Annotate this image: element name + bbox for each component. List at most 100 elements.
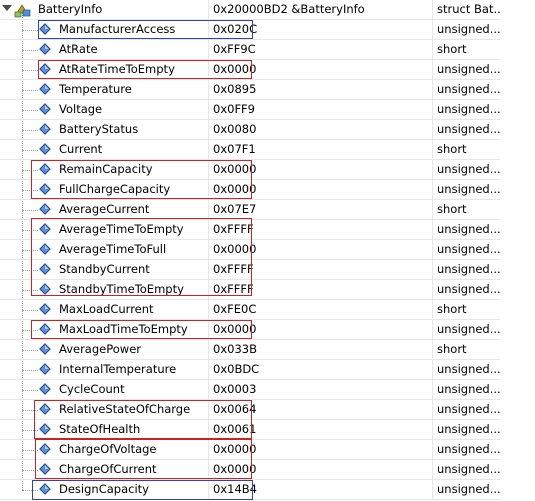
value-cell[interactable]: 0x0064	[209, 400, 433, 420]
value-cell[interactable]: 0x0FF9	[209, 100, 433, 120]
value-cell[interactable]: 0x07F1	[209, 140, 433, 160]
table-row[interactable]: MaxLoadTimeToEmpty 0x0000 unsigned...	[0, 320, 500, 340]
table-row[interactable]: StandbyTimeToEmpty 0xFFFF unsigned...	[0, 280, 500, 300]
value-cell[interactable]: 0xFE0C	[209, 300, 433, 320]
value-cell[interactable]: 0x20000BD2 &BatteryInfo	[209, 0, 433, 20]
member-name: AverageTimeToFull	[59, 242, 167, 256]
tree-branch-line	[22, 210, 38, 211]
value-cell[interactable]: 0xFFFF	[209, 260, 433, 280]
type-cell: unsigned...	[433, 400, 500, 420]
table-row[interactable]: StateOfHealth 0x0061 unsigned...	[0, 420, 500, 440]
table-row[interactable]: AverageCurrent 0x07E7 short	[0, 200, 500, 220]
type-cell: short	[433, 140, 500, 160]
table-row[interactable]: ChargeOfCurrent 0x0000 unsigned...	[0, 460, 500, 480]
value-cell[interactable]: 0x07E7	[209, 200, 433, 220]
value-cell[interactable]: 0x0003	[209, 380, 433, 400]
tree-branch-line	[22, 330, 38, 331]
member-variable-icon	[39, 43, 51, 55]
value-cell[interactable]: 0xFFFF	[209, 220, 433, 240]
type-cell: unsigned...	[433, 20, 500, 40]
table-row[interactable]: Current 0x07F1 short	[0, 140, 500, 160]
table-row[interactable]: AtRate 0xFF9C short	[0, 40, 500, 60]
value-cell[interactable]: 0xFFFF	[209, 280, 433, 300]
tree-branch-line	[22, 30, 38, 31]
member-name: CycleCount	[59, 382, 125, 396]
value-cell[interactable]: 0x0000	[209, 320, 433, 340]
value-cell[interactable]: 0x0080	[209, 120, 433, 140]
value-cell[interactable]: 0x0000	[209, 60, 433, 80]
name-cell: AverageCurrent	[0, 200, 209, 220]
tree-root-row[interactable]: BatteryInfo 0x20000BD2 &BatteryInfo stru…	[0, 0, 500, 20]
table-row[interactable]: AtRateTimeToEmpty 0x0000 unsigned...	[0, 60, 500, 80]
member-variable-icon	[39, 323, 51, 335]
table-row[interactable]: Temperature 0x0895 unsigned...	[0, 80, 500, 100]
struct-variable-icon	[14, 4, 31, 18]
name-cell: StandbyTimeToEmpty	[0, 280, 209, 300]
member-name: StandbyCurrent	[59, 262, 150, 276]
table-row[interactable]: AverageTimeToEmpty 0xFFFF unsigned...	[0, 220, 500, 240]
value-cell[interactable]: 0x0000	[209, 440, 433, 460]
member-name: Current	[59, 142, 103, 156]
type-cell: unsigned...	[433, 120, 500, 140]
root-name: BatteryInfo	[38, 2, 103, 16]
value-cell[interactable]: 0xFF9C	[209, 40, 433, 60]
table-row[interactable]: DesignCapacity 0x14B4 unsigned...	[0, 480, 500, 500]
tree-branch-line	[22, 450, 38, 451]
member-name: Voltage	[59, 102, 103, 116]
type-cell: unsigned...	[433, 160, 500, 180]
type-cell: unsigned...	[433, 80, 500, 100]
table-row[interactable]: CycleCount 0x0003 unsigned...	[0, 380, 500, 400]
member-name: FullChargeCapacity	[59, 182, 171, 196]
member-name: ManufacturerAccess	[59, 22, 176, 36]
value-cell[interactable]: 0x0000	[209, 180, 433, 200]
name-cell: ManufacturerAccess	[0, 20, 209, 40]
value-cell[interactable]: 0x0000	[209, 240, 433, 260]
member-variable-icon	[39, 243, 51, 255]
tree-branch-line	[22, 70, 38, 71]
value-cell[interactable]: 0x0061	[209, 420, 433, 440]
expanded-triangle-icon[interactable]	[2, 5, 12, 11]
table-row[interactable]: ManufacturerAccess 0x020C unsigned...	[0, 20, 500, 40]
value-cell[interactable]: 0x033B	[209, 340, 433, 360]
type-cell: unsigned...	[433, 440, 500, 460]
value-cell[interactable]: 0x020C	[209, 20, 433, 40]
name-cell: RemainCapacity	[0, 160, 209, 180]
member-variable-icon	[39, 463, 51, 475]
name-cell: AveragePower	[0, 340, 209, 360]
member-variable-icon	[39, 123, 51, 135]
value-cell[interactable]: 0x0895	[209, 80, 433, 100]
name-cell: Voltage	[0, 100, 209, 120]
member-variable-icon	[39, 363, 51, 375]
value-cell[interactable]: 0x0BDC	[209, 360, 433, 380]
name-cell: DesignCapacity	[0, 480, 209, 500]
table-row[interactable]: RelativeStateOfCharge 0x0064 unsigned...	[0, 400, 500, 420]
table-row[interactable]: StandbyCurrent 0xFFFF unsigned...	[0, 260, 500, 280]
table-row[interactable]: FullChargeCapacity 0x0000 unsigned...	[0, 180, 500, 200]
table-row[interactable]: InternalTemperature 0x0BDC unsigned...	[0, 360, 500, 380]
value-cell[interactable]: 0x0000	[209, 460, 433, 480]
table-row[interactable]: ChargeOfVoltage 0x0000 unsigned...	[0, 440, 500, 460]
table-row[interactable]: AveragePower 0x033B short	[0, 340, 500, 360]
type-cell: short	[433, 340, 500, 360]
table-row[interactable]: Voltage 0x0FF9 unsigned...	[0, 100, 500, 120]
tree-branch-line	[22, 230, 38, 231]
table-row[interactable]: RemainCapacity 0x0000 unsigned...	[0, 160, 500, 180]
value-cell[interactable]: 0x14B4	[209, 480, 433, 500]
type-cell: unsigned...	[433, 420, 500, 440]
member-name: RemainCapacity	[59, 162, 153, 176]
name-cell: Temperature	[0, 80, 209, 100]
member-name: Temperature	[59, 82, 132, 96]
table-row[interactable]: MaxLoadCurrent 0xFE0C short	[0, 300, 500, 320]
tree-branch-line	[22, 370, 38, 371]
tree-branch-line	[22, 310, 38, 311]
member-variable-icon	[39, 383, 51, 395]
tree-branch-line	[22, 250, 38, 251]
type-cell: unsigned...	[433, 60, 500, 80]
table-row[interactable]: BatteryStatus 0x0080 unsigned...	[0, 120, 500, 140]
member-variable-icon	[39, 103, 51, 115]
member-variable-icon	[39, 403, 51, 415]
table-row[interactable]: AverageTimeToFull 0x0000 unsigned...	[0, 240, 500, 260]
member-variable-icon	[39, 223, 51, 235]
type-cell: unsigned...	[433, 180, 500, 200]
value-cell[interactable]: 0x0000	[209, 160, 433, 180]
